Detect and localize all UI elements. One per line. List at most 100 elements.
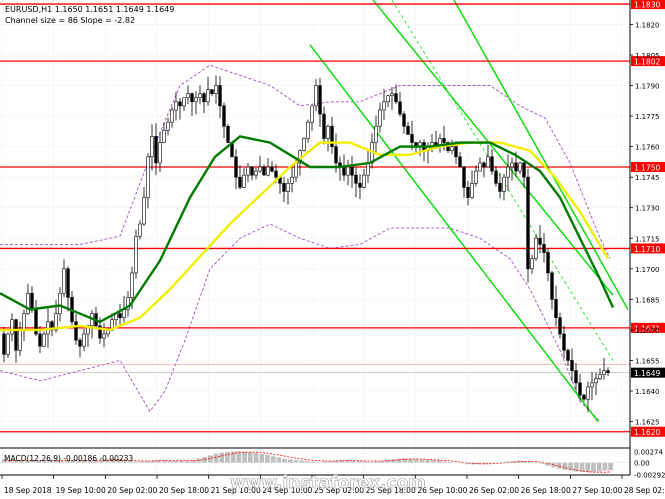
- macd-bar: [562, 462, 568, 470]
- candle-body: [254, 170, 258, 176]
- candle-body: [602, 370, 606, 376]
- candle-body: [378, 109, 382, 127]
- candle-body: [562, 333, 566, 351]
- candle-body: [314, 85, 318, 107]
- macd-label: MACD(12,26,9) -0.00186 -0.00233: [4, 454, 133, 463]
- candle-body: [306, 121, 310, 139]
- candle-body: [174, 101, 178, 111]
- candle-body: [290, 176, 294, 184]
- candle-body: [286, 182, 290, 192]
- y-tick-label: 1.1685: [635, 296, 660, 304]
- candle-body: [606, 370, 610, 373]
- candle-body: [150, 136, 154, 158]
- candle-body: [482, 162, 486, 168]
- candle-body: [210, 89, 214, 94]
- macd-bar: [247, 452, 253, 463]
- candle-body: [362, 174, 366, 188]
- candle-body: [450, 146, 454, 151]
- y-tick-label: 1.1805: [635, 52, 660, 60]
- macd-bar: [425, 459, 430, 463]
- candle-body: [198, 93, 202, 99]
- candle-body: [22, 313, 26, 331]
- watermark: www.instaforex.com: [230, 473, 426, 493]
- candle-body: [66, 268, 70, 298]
- x-tick-label: 20 Sep 18:00: [159, 486, 209, 495]
- candle-body: [518, 162, 522, 172]
- macd-bar: [225, 451, 230, 463]
- candle-body: [182, 97, 186, 107]
- candle-body: [122, 309, 126, 318]
- macd-tick-label: -0.00292: [634, 471, 665, 479]
- candle-body: [462, 166, 466, 188]
- candle-body: [38, 333, 42, 347]
- macd-bar: [591, 462, 596, 472]
- macd-bar: [419, 459, 425, 463]
- candle-body: [498, 182, 502, 192]
- candle-body: [398, 101, 402, 115]
- y-tick-label: 1.1745: [635, 174, 660, 182]
- candle-body: [582, 394, 586, 400]
- candle-body: [550, 272, 554, 300]
- candle-body: [242, 174, 246, 188]
- candle-body: [270, 166, 274, 172]
- candle-body: [454, 146, 458, 158]
- macd-bar: [253, 453, 259, 463]
- x-tick-label: 27 Sep 10:00: [572, 486, 622, 495]
- candle-body: [42, 333, 46, 347]
- candle-body: [134, 235, 138, 274]
- macd-bar: [602, 462, 608, 471]
- candle-body: [246, 166, 250, 176]
- macd-bar: [293, 460, 299, 463]
- candle-body: [570, 360, 574, 371]
- candle-body: [138, 223, 142, 237]
- macd-bar: [242, 451, 247, 463]
- candle-body: [206, 89, 210, 103]
- candle-body: [166, 121, 170, 131]
- candle-body: [274, 170, 278, 178]
- candle-body: [494, 170, 498, 184]
- candle-body: [58, 292, 62, 314]
- candle-body: [2, 333, 6, 355]
- candle-body: [510, 162, 514, 168]
- y-tick-label: 1.1715: [635, 235, 660, 243]
- level-label-1.1620: 1.1620: [634, 428, 660, 437]
- candle-body: [386, 95, 390, 103]
- candle-body: [238, 176, 242, 188]
- price-chart: 1.18301.18021.17501.17101.16711.16201.16…: [0, 0, 665, 499]
- candle-body: [534, 237, 538, 259]
- candle-body: [18, 329, 22, 351]
- macd-bar: [608, 462, 613, 471]
- macd-bar: [299, 460, 305, 463]
- y-tick-label: 1.1670: [635, 327, 660, 335]
- candle-body: [10, 319, 14, 335]
- candle-body: [102, 333, 106, 339]
- macd-bar: [413, 459, 419, 463]
- candle-body: [486, 156, 490, 168]
- candle-body: [358, 182, 362, 188]
- candle-body: [266, 166, 270, 176]
- candle-body: [402, 113, 406, 127]
- candle-body: [466, 187, 470, 198]
- candle-body: [470, 182, 474, 198]
- candle-body: [442, 138, 446, 143]
- x-tick-label: 19 Sep 10:00: [56, 486, 106, 495]
- candle-body: [514, 162, 518, 172]
- candle-body: [474, 170, 478, 184]
- candle-body: [342, 166, 346, 176]
- candle-body: [318, 85, 322, 115]
- macd-bar: [596, 462, 602, 472]
- candle-body: [118, 313, 122, 318]
- macd-tick-label: 0.00: [634, 460, 650, 468]
- macd-bar: [282, 458, 287, 463]
- candle-body: [590, 382, 594, 388]
- candle-body: [410, 134, 414, 143]
- macd-bar: [270, 456, 276, 463]
- symbol-header: EURUSD,H1 1.1650 1.1651 1.1649 1.1649: [5, 5, 174, 14]
- candle-body: [546, 252, 550, 274]
- candle-body: [162, 130, 166, 143]
- x-tick-label: 28 Sep 02:00: [624, 486, 665, 495]
- macd-bar: [287, 459, 293, 463]
- candle-body: [554, 299, 558, 318]
- candle-body: [558, 317, 562, 335]
- macd-bar: [585, 462, 591, 473]
